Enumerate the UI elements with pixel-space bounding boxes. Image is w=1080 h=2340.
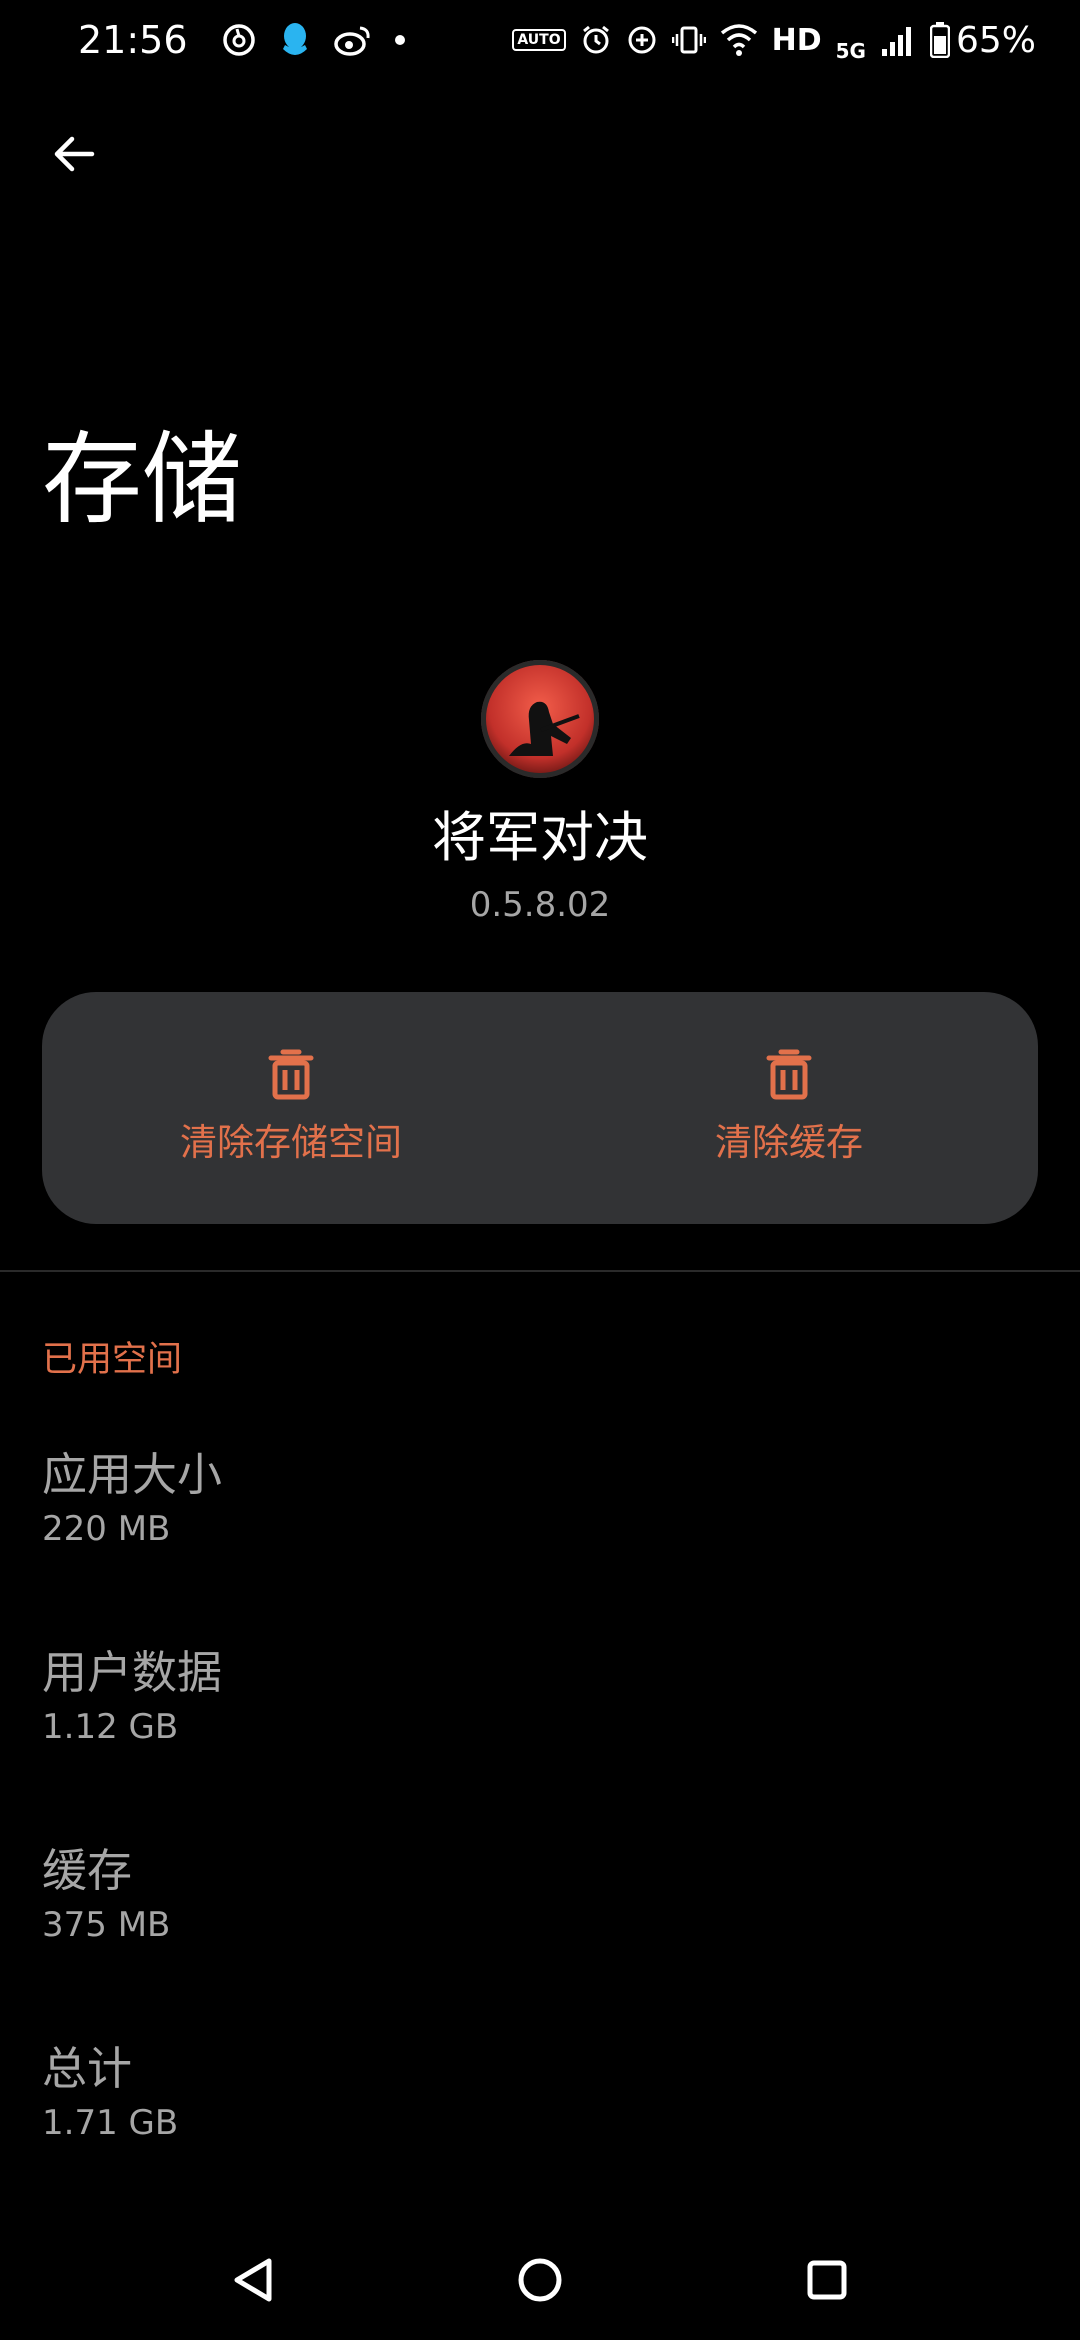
battery-icon <box>929 22 950 58</box>
clear-storage-label: 清除存储空间 <box>180 1121 402 1164</box>
app-version: 0.5.8.02 <box>469 885 611 925</box>
action-card: 清除存储空间 清除缓存 <box>42 992 1038 1224</box>
battery-percent: 65% <box>955 19 1036 61</box>
dot-icon <box>394 34 406 46</box>
signal-icon <box>880 23 916 57</box>
status-left: 21:56 <box>78 18 428 62</box>
item-value: 1.71 GB <box>42 2103 179 2143</box>
app-icon <box>481 660 599 778</box>
status-bar: 21:56 AUTO HD 5G 65% <box>0 0 1080 80</box>
page-title: 存储 <box>42 421 242 538</box>
item-title: 缓存 <box>42 1844 133 1897</box>
circle-home-icon <box>518 2258 562 2302</box>
trash-icon <box>268 1049 314 1100</box>
trash-icon <box>766 1049 812 1100</box>
alarm-icon <box>580 24 612 56</box>
back-button[interactable] <box>38 118 110 190</box>
arrow-left-icon <box>54 136 95 172</box>
status-time: 21:56 <box>78 18 188 62</box>
list-item-app-size: 应用大小 220 MB <box>42 1444 1038 1552</box>
divider <box>0 1270 1080 1272</box>
nav-bar <box>0 2220 1080 2340</box>
list-item-total: 总计 1.71 GB <box>42 2038 1038 2146</box>
item-value: 1.12 GB <box>42 1707 179 1747</box>
list-item-cache: 缓存 375 MB <box>42 1840 1038 1948</box>
triangle-back-icon <box>234 2258 272 2302</box>
hd-indicator: HD <box>771 22 822 58</box>
item-value: 220 MB <box>42 1509 171 1549</box>
clear-storage-button[interactable]: 清除存储空间 <box>42 992 540 1224</box>
status-right: AUTO HD 5G 65% <box>498 17 1036 63</box>
wifi-icon <box>720 23 758 57</box>
data-saver-icon <box>626 24 658 56</box>
item-title: 用户数据 <box>42 1646 223 1699</box>
clear-cache-button[interactable]: 清除缓存 <box>540 992 1038 1224</box>
clear-cache-label: 清除缓存 <box>715 1121 863 1164</box>
nav-home-button[interactable] <box>500 2240 580 2320</box>
list-item-user-data: 用户数据 1.12 GB <box>42 1642 1038 1750</box>
qq-icon <box>278 21 312 59</box>
network-type: 5G <box>835 39 866 63</box>
app-name: 将军对决 <box>432 806 648 869</box>
nav-recents-button[interactable] <box>787 2240 867 2320</box>
netease-music-icon <box>222 23 256 57</box>
storage-screen: 21:56 AUTO HD 5G 65% 存储 将军对决 0.5.8.02 清除… <box>0 0 1080 2340</box>
weibo-icon <box>333 24 372 56</box>
item-title: 总计 <box>42 2042 133 2095</box>
item-value: 375 MB <box>42 1905 171 1945</box>
square-recents-icon <box>807 2260 847 2300</box>
auto-refresh-icon: AUTO <box>512 29 566 51</box>
nav-back-button[interactable] <box>213 2240 293 2320</box>
item-title: 应用大小 <box>42 1448 223 1501</box>
section-header: 已用空间 <box>42 1340 183 1380</box>
vibrate-icon <box>671 24 706 56</box>
